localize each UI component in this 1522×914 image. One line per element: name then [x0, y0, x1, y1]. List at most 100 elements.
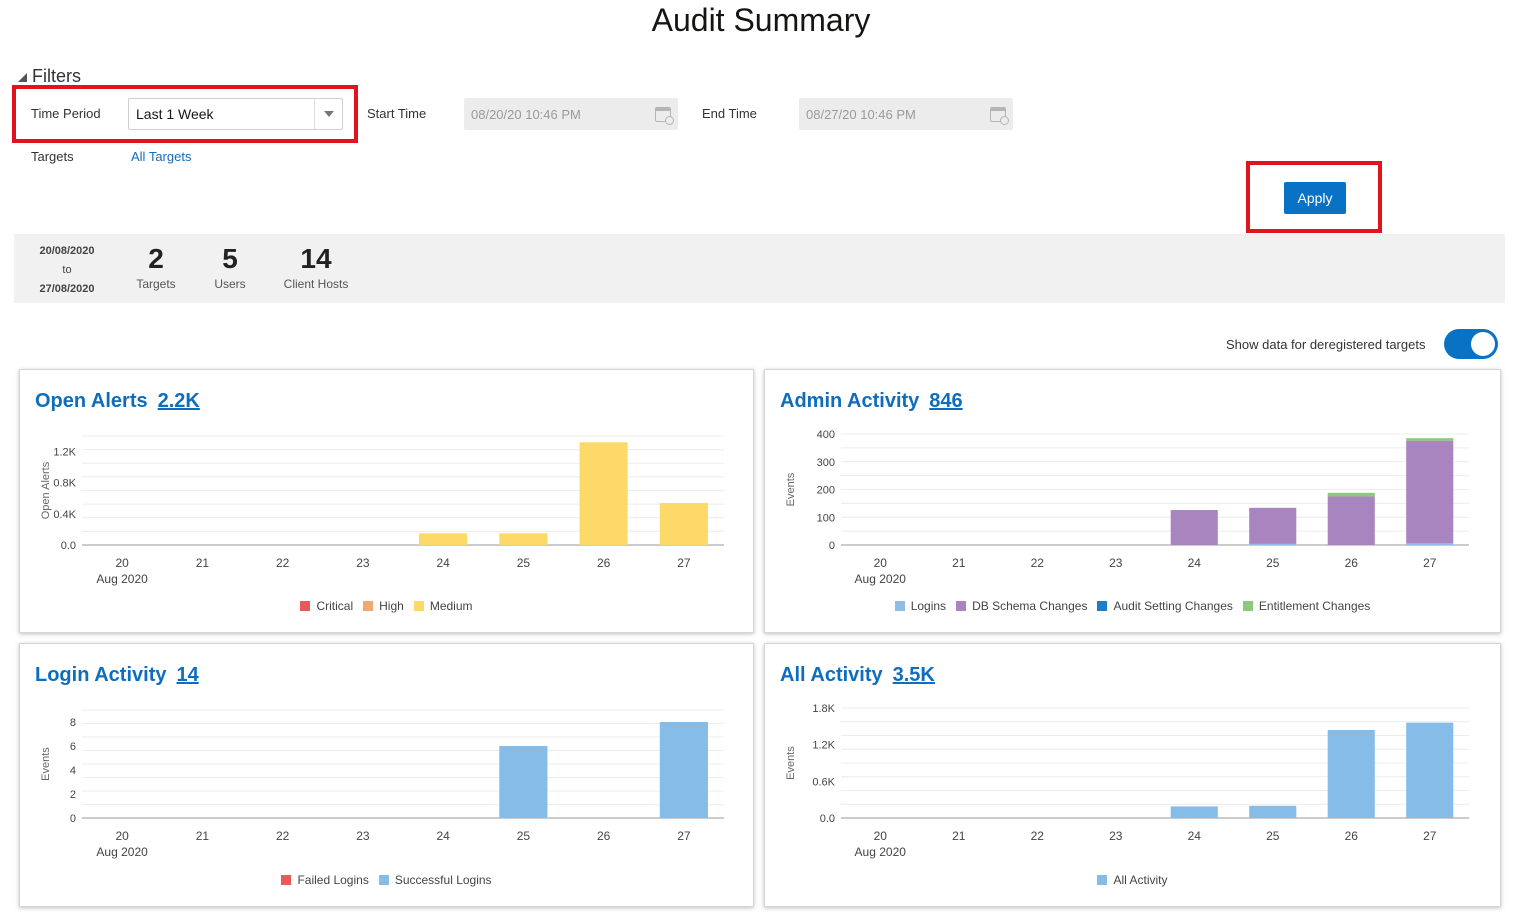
end-time-field[interactable]: 08/27/20 10:46 PM [799, 98, 1013, 130]
all-activity-card: All Activity 3.5K 0.0 0.6K 1.2K 1.8K Events 2… [764, 643, 1501, 907]
legend-swatch [378, 875, 389, 885]
x-tick-label: 26 [1345, 556, 1359, 570]
filters-label: Filters [32, 66, 81, 86]
filters-toggle[interactable]: Filters [18, 66, 81, 87]
legend-swatch [1097, 601, 1108, 611]
legend-swatch [300, 601, 311, 611]
time-period-label: Time Period [31, 106, 101, 121]
x-tick-label: 24 [436, 829, 450, 843]
x-tick-label: 23 [356, 556, 370, 570]
x-axis-sublabel: Aug 2020 [855, 572, 907, 586]
legend-swatch [413, 601, 424, 611]
legend-swatch [1242, 601, 1253, 611]
x-tick-label: 25 [1266, 829, 1280, 843]
legend-label: All Activity [1113, 873, 1168, 887]
deregistered-toggle[interactable] [1444, 329, 1498, 359]
stat-caption: Client Hosts [283, 277, 349, 291]
y-tick-label: 0.6K [812, 776, 835, 788]
chart-legend: Critical High Medium [20, 599, 753, 613]
bar [419, 533, 468, 545]
x-tick-label: 23 [1109, 829, 1123, 843]
all-targets-link[interactable]: All Targets [131, 149, 191, 164]
chart-svg: 0.0 0.4K 0.8K 1.2KOpen Alerts 20 Aug 2020 21 22… [40, 435, 724, 586]
legend-item[interactable]: DB Schema Changes [956, 599, 1087, 613]
start-time-label: Start Time [367, 106, 427, 121]
bar [1327, 496, 1375, 545]
page-title: Audit Summary [651, 2, 871, 38]
time-period-select[interactable]: Last 1 Week [128, 98, 343, 130]
chevron-down-icon [323, 111, 334, 117]
x-axis-sublabel: Aug 2020 [96, 572, 148, 586]
y-tick-label: 0.0 [820, 813, 835, 825]
y-tick-label: 0 [829, 540, 835, 552]
bar [1249, 805, 1297, 818]
legend-item[interactable]: Failed Logins [281, 873, 369, 887]
x-tick-label: 24 [1188, 829, 1202, 843]
legend-item[interactable]: Successful Logins [378, 873, 492, 887]
dropdown-button[interactable] [314, 99, 342, 129]
y-tick-label: 8 [70, 717, 76, 729]
y-tick-label: 1.2K [53, 447, 76, 459]
bar [1249, 543, 1297, 545]
legend-item[interactable]: All Activity [1097, 873, 1168, 887]
chart-legend: Logins DB Schema Changes Audit Setting Cha… [765, 599, 1500, 613]
targets-label: Targets [31, 149, 74, 164]
stat-value: 2 [148, 243, 164, 274]
legend-swatch [956, 601, 967, 611]
x-tick-label: 20 [115, 829, 129, 843]
end-time-label: End Time [702, 106, 757, 121]
x-tick-label: 22 [276, 829, 290, 843]
x-tick-label: 21 [952, 829, 966, 843]
y-tick-label: 400 [817, 429, 835, 441]
legend-item[interactable]: Audit Setting Changes [1097, 599, 1233, 613]
y-tick-label: 200 [817, 485, 835, 497]
legend-item[interactable]: High [363, 599, 404, 613]
admin-activity-card: Admin Activity 846 0 100 200 300 400 Events 20… [764, 369, 1501, 633]
legend-label: Audit Setting Changes [1113, 599, 1233, 613]
bar [1327, 492, 1375, 497]
stat-value: 14 [300, 243, 332, 274]
legend-item[interactable]: Medium [413, 599, 473, 613]
y-tick-label: 300 [817, 457, 835, 469]
y-tick-label: 0.4K [53, 509, 76, 521]
x-tick-label: 27 [677, 556, 691, 570]
stat-users: 5 Users [200, 243, 260, 292]
bar [1327, 730, 1375, 818]
stat-value: 5 [222, 243, 238, 274]
legend-swatch [281, 875, 292, 885]
legend-item[interactable]: Critical [300, 599, 353, 613]
chart-svg: 02468Events20Aug 202021 22 23 24 25 26 27 [40, 709, 724, 859]
date-range: 20/08/2020 to 27/08/2020 [34, 242, 100, 299]
x-tick-label: 26 [597, 556, 611, 570]
bar [499, 533, 548, 545]
y-tick-label: 0.8K [53, 478, 76, 490]
x-tick-label: 27 [677, 829, 691, 843]
x-tick-label: 26 [597, 829, 611, 843]
legend-item[interactable]: Entitlement Changes [1242, 599, 1370, 613]
apply-button[interactable]: Apply [1284, 182, 1346, 214]
chart-svg: 0 100 200 300 400 Events 20 Aug 2020 21 22 23 24 25 2… [785, 429, 1469, 586]
x-tick-label: 24 [1188, 556, 1202, 570]
bar [1406, 543, 1454, 545]
legend-label: Medium [429, 599, 473, 613]
legend-item[interactable]: Logins [894, 599, 946, 613]
x-tick-label: 27 [1423, 556, 1437, 570]
x-tick-label: 21 [196, 556, 210, 570]
x-tick-label: 22 [1031, 556, 1045, 570]
y-tick-label: 6 [70, 741, 76, 753]
bar [659, 502, 708, 545]
y-tick-label: 1.8K [812, 703, 835, 715]
calendar-icon[interactable] [655, 106, 674, 125]
stat-caption: Users [214, 277, 246, 291]
legend-label: Successful Logins [394, 873, 492, 887]
legend-label: High [379, 599, 404, 613]
calendar-icon[interactable] [990, 106, 1009, 125]
x-tick-label: 27 [1423, 829, 1437, 843]
start-time-field[interactable]: 08/20/20 10:46 PM [464, 98, 678, 130]
legend-swatch [894, 601, 905, 611]
login-activity-card: Login Activity 14 0 2 4 6 8 Events 20 Aug 2020 2… [19, 643, 754, 907]
x-tick-label: 25 [517, 829, 531, 843]
chart-svg: 0.0 0.6K 1.2K 1.8K Events 20 Aug 2020 21 22 23 24 2… [785, 703, 1469, 859]
open-alerts-card: Open Alerts 2.2K 0.0 0.4K 0.8K 1.2K Open Ale… [19, 369, 754, 633]
x-axis-sublabel: Aug 2020 [96, 845, 148, 859]
